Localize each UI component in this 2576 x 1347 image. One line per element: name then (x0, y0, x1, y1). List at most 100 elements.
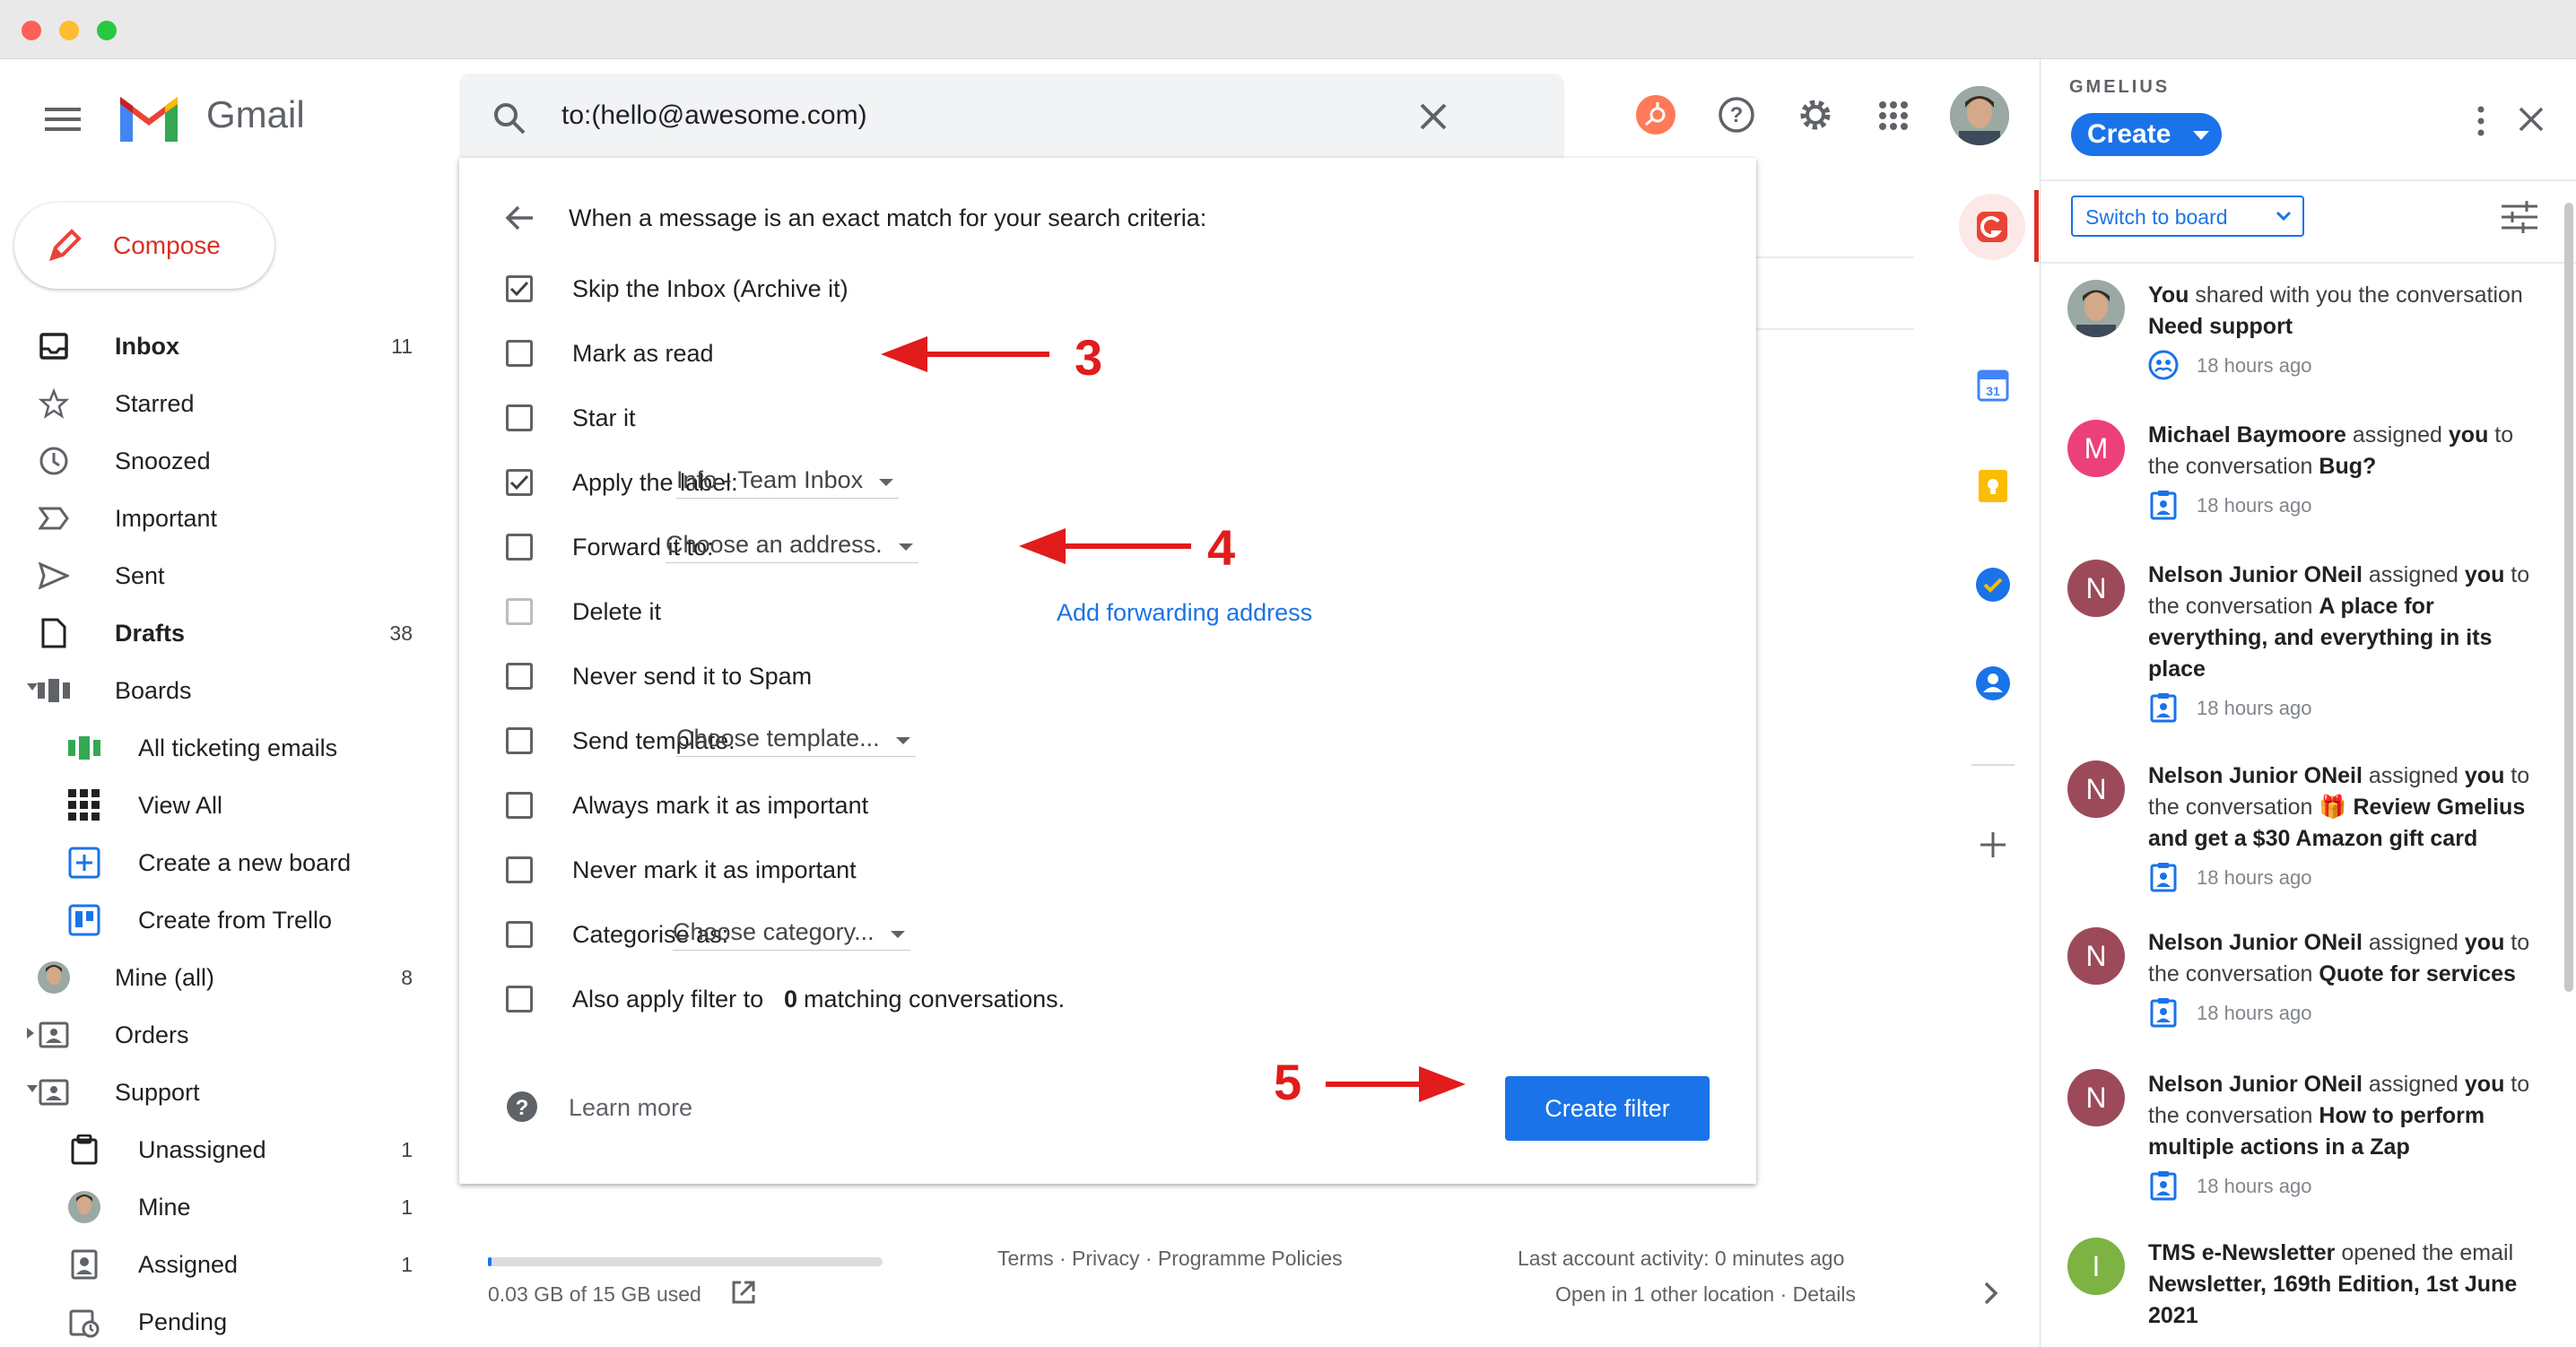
sidebar-item-view-all[interactable]: View All (36, 782, 413, 829)
get-addons-plus-icon[interactable] (1979, 830, 2007, 859)
always-important-checkbox[interactable] (506, 792, 533, 819)
sidebar-item-mine[interactable]: Mine 1 (36, 1184, 413, 1230)
send-template-checkbox[interactable] (506, 727, 533, 754)
gmail-logo-icon[interactable] (117, 93, 181, 142)
star-it-checkbox[interactable] (506, 404, 533, 431)
main-menu-icon[interactable] (45, 106, 81, 133)
gmelius-addon-icon[interactable] (1959, 194, 2025, 260)
search-icon[interactable] (492, 100, 527, 136)
forward-it-checkbox[interactable] (506, 534, 533, 561)
categorise-as-checkbox[interactable] (506, 921, 533, 948)
pending-icon (66, 1304, 102, 1340)
google-contacts-icon[interactable] (1975, 665, 2011, 701)
sidebar-item-label: All ticketing emails (138, 734, 338, 761)
annotation-number-3: 3 (1075, 329, 1103, 386)
apply-label-select[interactable]: Info - Team Inbox (676, 466, 900, 499)
activity-text-part: You (2148, 282, 2189, 308)
sidebar-item-drafts[interactable]: Drafts 38 (36, 610, 413, 656)
activity-avatar: N (2067, 927, 2125, 985)
sidebar-item-inbox[interactable]: Inbox 11 (36, 323, 413, 369)
sidebar-item-orders[interactable]: Orders (27, 1012, 413, 1058)
help-circle-icon[interactable]: ? (506, 1091, 538, 1123)
filter-option-always-important: Always mark it as important (506, 787, 868, 823)
never-important-checkbox[interactable] (506, 856, 533, 883)
search-input[interactable]: to:(hello@awesome.com) (561, 100, 867, 131)
activity-avatar: N (2067, 1069, 2125, 1126)
addon-divider (1971, 764, 2015, 766)
close-panel-icon[interactable] (2518, 106, 2545, 133)
chevron-right-icon[interactable] (1982, 1281, 2000, 1306)
panel-scrollbar[interactable] (2564, 203, 2573, 992)
activity-time: 18 hours ago (2197, 1175, 2312, 1197)
filter-option-apply-label: Apply the label: Info - Team Inbox (506, 465, 900, 500)
search-bar[interactable]: to:(hello@awesome.com) (459, 74, 1564, 160)
sidebar-item-unassigned[interactable]: Unassigned 1 (36, 1126, 413, 1173)
also-apply-checkbox[interactable] (506, 986, 533, 1012)
google-tasks-icon[interactable] (1975, 567, 2011, 603)
annotation-number-5: 5 (1274, 1054, 1302, 1110)
more-vert-icon[interactable] (2476, 106, 2485, 136)
sidebar-item-all-ticketing-emails[interactable]: All ticketing emails (36, 725, 413, 771)
account-avatar[interactable] (1950, 86, 2009, 145)
hubspot-icon[interactable] (1636, 95, 1675, 135)
list-divider (1756, 328, 1914, 330)
policies-links[interactable]: Terms · Privacy · Programme Policies (997, 1247, 1343, 1271)
sidebar-item-support[interactable]: Support (27, 1069, 413, 1116)
learn-more-link[interactable]: Learn more (569, 1094, 692, 1122)
settings-gear-icon[interactable] (1796, 95, 1835, 135)
delete-it-checkbox[interactable] (506, 598, 533, 625)
activity-avatar: M (2067, 420, 2125, 477)
zoom-window-button[interactable] (97, 21, 117, 40)
activity-type-icon (2148, 350, 2179, 380)
other-location-link[interactable]: Open in 1 other location · Details (1555, 1282, 1856, 1307)
assigned-icon (66, 1247, 102, 1282)
minimize-window-button[interactable] (59, 21, 79, 40)
google-keep-icon[interactable] (1977, 468, 2009, 504)
sidebar-item-boards[interactable]: Boards (27, 667, 413, 714)
back-arrow-icon[interactable] (504, 204, 535, 231)
apply-label-checkbox[interactable] (506, 469, 533, 496)
compose-label: Compose (113, 231, 221, 259)
forward-it-select[interactable]: Choose an address. (666, 531, 918, 563)
sidebar-item-pending[interactable]: Pending (36, 1299, 413, 1345)
sidebar-item-starred[interactable]: Starred (36, 380, 413, 427)
sidebar-item-important[interactable]: Important (36, 495, 413, 542)
categorise-as-select[interactable]: Choose category... (673, 918, 910, 951)
activity-text-part: Newsletter, 169th Edition, 1st June 2021 (2148, 1272, 2518, 1328)
sidebar-item-create-new-board[interactable]: Create a new board (36, 839, 413, 886)
mark-as-read-checkbox[interactable] (506, 340, 533, 367)
add-forwarding-address-link[interactable]: Add forwarding address (1057, 599, 1312, 627)
also-apply-label: Also apply filter to (572, 985, 764, 1012)
sidebar-item-mine-all[interactable]: Mine (all) 8 (36, 954, 413, 1001)
filter-option-mark-as-read: Mark as read (506, 335, 714, 371)
pencil-icon (47, 228, 83, 264)
sidebar-item-label: Starred (115, 389, 195, 417)
close-window-button[interactable] (22, 21, 41, 40)
never-spam-checkbox[interactable] (506, 663, 533, 690)
compose-button[interactable]: Compose (14, 203, 274, 289)
filter-option-skip-inbox: Skip the Inbox (Archive it) (506, 271, 849, 307)
create-filter-button[interactable]: Create filter (1505, 1076, 1710, 1141)
help-icon[interactable]: ? (1717, 95, 1756, 135)
activity-text-part: assigned (2362, 763, 2465, 788)
open-storage-icon[interactable] (730, 1279, 757, 1306)
sidebar-item-assigned[interactable]: Assigned 1 (36, 1241, 413, 1288)
sidebar-item-sent[interactable]: Sent (36, 552, 413, 599)
switch-to-board-button[interactable]: Switch to board (2071, 196, 2304, 237)
activity-time: 18 hours ago (2197, 354, 2312, 377)
gmelius-create-button[interactable]: Create (2071, 113, 2222, 156)
activity-text: Nelson Junior ONeil assigned you to the … (2148, 1069, 2543, 1163)
activity-time: 18 hours ago (2197, 866, 2312, 889)
apps-grid-icon[interactable] (1878, 100, 1909, 131)
send-template-select[interactable]: Choose template... (676, 725, 916, 757)
important-icon (36, 500, 72, 536)
clear-search-icon[interactable] (1419, 102, 1448, 131)
tune-filter-icon[interactable] (2502, 201, 2537, 233)
activity-text: Michael Baymoore assigned you to the con… (2148, 420, 2543, 482)
google-calendar-icon[interactable]: 31 (1977, 369, 2009, 402)
sidebar-item-create-from-trello[interactable]: Create from Trello (36, 897, 413, 943)
activity-text-part: assigned (2362, 562, 2465, 587)
sidebar-item-snoozed[interactable]: Snoozed (36, 438, 413, 484)
sent-icon (36, 558, 72, 594)
skip-inbox-checkbox[interactable] (506, 275, 533, 302)
